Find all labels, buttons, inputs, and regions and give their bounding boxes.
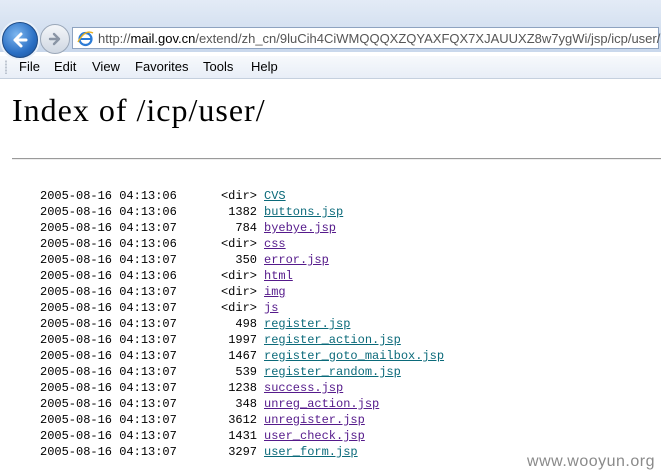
listing-row: 2005-08-16 04:13:06 <dir> css (0, 236, 661, 252)
horizontal-rule (12, 158, 661, 160)
listing-row: 2005-08-16 04:13:07 498 register.jsp (0, 316, 661, 332)
url-path: /extend/zh_cn/9luCih4CiWMQQQXZQYAXFQX7XJ… (195, 31, 661, 46)
entry-link[interactable]: user_form.jsp (264, 444, 358, 460)
entry-date: 2005-08-16 04:13:07 (40, 301, 177, 315)
entry-size: 1997 (228, 333, 257, 347)
entry-size: 784 (235, 221, 257, 235)
entry-size: 348 (235, 397, 257, 411)
entry-link[interactable]: img (264, 284, 286, 300)
listing-row: 2005-08-16 04:13:07 784 byebye.jsp (0, 220, 661, 236)
entry-size: 1467 (228, 349, 257, 363)
listing-row: 2005-08-16 04:13:07 3612 unregister.jsp (0, 412, 661, 428)
listing-row: 2005-08-16 04:13:07 1467 register_goto_mai… (0, 348, 661, 364)
entry-size: 1431 (228, 429, 257, 443)
entry-link[interactable]: html (264, 268, 293, 284)
entry-link[interactable]: buttons.jsp (264, 204, 343, 220)
menu-view[interactable]: View (92, 59, 120, 74)
listing-row: 2005-08-16 04:13:06 <dir> html (0, 268, 661, 284)
entry-size: 3612 (228, 413, 257, 427)
listing-row: 2005-08-16 04:13:07 1431 user_check.jsp (0, 428, 661, 444)
entry-link[interactable]: user_check.jsp (264, 428, 365, 444)
listing-row: 2005-08-16 04:13:07 1997 register_action.j… (0, 332, 661, 348)
entry-date: 2005-08-16 04:13:07 (40, 445, 177, 459)
ie-page-icon (77, 31, 94, 47)
entry-link[interactable]: register_action.jsp (264, 332, 401, 348)
back-arrow-icon (13, 32, 28, 48)
menu-edit[interactable]: Edit (54, 59, 76, 74)
entry-size: 350 (235, 253, 257, 267)
entry-size: <dir> (220, 189, 257, 203)
listing-row: 2005-08-16 04:13:06 1382 buttons.jsp (0, 204, 661, 220)
entry-link[interactable]: register.jsp (264, 316, 350, 332)
entry-date: 2005-08-16 04:13:06 (40, 205, 177, 219)
entry-date: 2005-08-16 04:13:07 (40, 413, 177, 427)
entry-size: <dir> (220, 237, 257, 251)
browser-window: http://mail.gov.cn/extend/zh_cn/9luCih4C… (0, 0, 661, 473)
listing-row: 2005-08-16 04:13:07 <dir> js (0, 300, 661, 316)
url-prefix: http:// (98, 31, 131, 46)
menu-favorites[interactable]: Favorites (135, 59, 188, 74)
entry-date: 2005-08-16 04:13:07 (40, 349, 177, 363)
entry-size: <dir> (220, 301, 257, 315)
entry-link[interactable]: register_random.jsp (264, 364, 401, 380)
entry-date: 2005-08-16 04:13:07 (40, 397, 177, 411)
entry-link[interactable]: unregister.jsp (264, 412, 365, 428)
listing-row: 2005-08-16 04:13:06 <dir> CVS (0, 188, 661, 204)
entry-date: 2005-08-16 04:13:07 (40, 333, 177, 347)
address-bar[interactable]: http://mail.gov.cn/extend/zh_cn/9luCih4C… (72, 27, 660, 49)
entry-link[interactable]: register_goto_mailbox.jsp (264, 348, 444, 364)
menu-tools[interactable]: Tools (203, 59, 233, 74)
entry-link[interactable]: css (264, 236, 286, 252)
url-host: mail.gov.cn (130, 31, 196, 46)
entry-link[interactable]: js (264, 300, 278, 316)
watermark: www.wooyun.org (527, 453, 655, 470)
listing-row: 2005-08-16 04:13:07 348 unreg_action.jsp (0, 396, 661, 412)
entry-date: 2005-08-16 04:13:07 (40, 429, 177, 443)
entry-size: 1382 (228, 205, 257, 219)
directory-listing: 2005-08-16 04:13:06 <dir> CVS 2005-08-16 04… (0, 188, 661, 460)
entry-size: <dir> (220, 285, 257, 299)
forward-button[interactable] (40, 24, 70, 54)
entry-size: 498 (235, 317, 257, 331)
entry-link[interactable]: error.jsp (264, 252, 329, 268)
entry-link[interactable]: unreg_action.jsp (264, 396, 379, 412)
menu-file[interactable]: File (19, 59, 40, 74)
menu-help[interactable]: Help (251, 59, 278, 74)
entry-size: 1238 (228, 381, 257, 395)
navigation-bar: http://mail.gov.cn/extend/zh_cn/9luCih4C… (0, 0, 661, 58)
url-text: http://mail.gov.cn/extend/zh_cn/9luCih4C… (98, 31, 660, 46)
entry-date: 2005-08-16 04:13:07 (40, 317, 177, 331)
entry-link[interactable]: success.jsp (264, 380, 343, 396)
entry-date: 2005-08-16 04:13:07 (40, 365, 177, 379)
listing-row: 2005-08-16 04:13:07 539 register_random.js… (0, 364, 661, 380)
listing-row: 2005-08-16 04:13:07 1238 success.jsp (0, 380, 661, 396)
entry-date: 2005-08-16 04:13:06 (40, 269, 177, 283)
entry-date: 2005-08-16 04:13:06 (40, 237, 177, 251)
entry-size: 3297 (228, 445, 257, 459)
menu-grip-icon (5, 60, 7, 74)
forward-arrow-icon (48, 32, 61, 46)
entry-date: 2005-08-16 04:13:07 (40, 381, 177, 395)
entry-date: 2005-08-16 04:13:06 (40, 189, 177, 203)
listing-row: 2005-08-16 04:13:07 <dir> img (0, 284, 661, 300)
page-title: Index of /icp/user/ (12, 92, 266, 128)
entry-date: 2005-08-16 04:13:07 (40, 221, 177, 235)
entry-size: 539 (235, 365, 257, 379)
entry-link[interactable]: byebye.jsp (264, 220, 336, 236)
menu-bar: File Edit View Favorites Tools Help (0, 56, 661, 79)
entry-link[interactable]: CVS (264, 188, 286, 204)
back-button[interactable] (2, 22, 38, 58)
entry-date: 2005-08-16 04:13:07 (40, 253, 177, 267)
entry-date: 2005-08-16 04:13:07 (40, 285, 177, 299)
entry-size: <dir> (220, 269, 257, 283)
listing-row: 2005-08-16 04:13:07 350 error.jsp (0, 252, 661, 268)
